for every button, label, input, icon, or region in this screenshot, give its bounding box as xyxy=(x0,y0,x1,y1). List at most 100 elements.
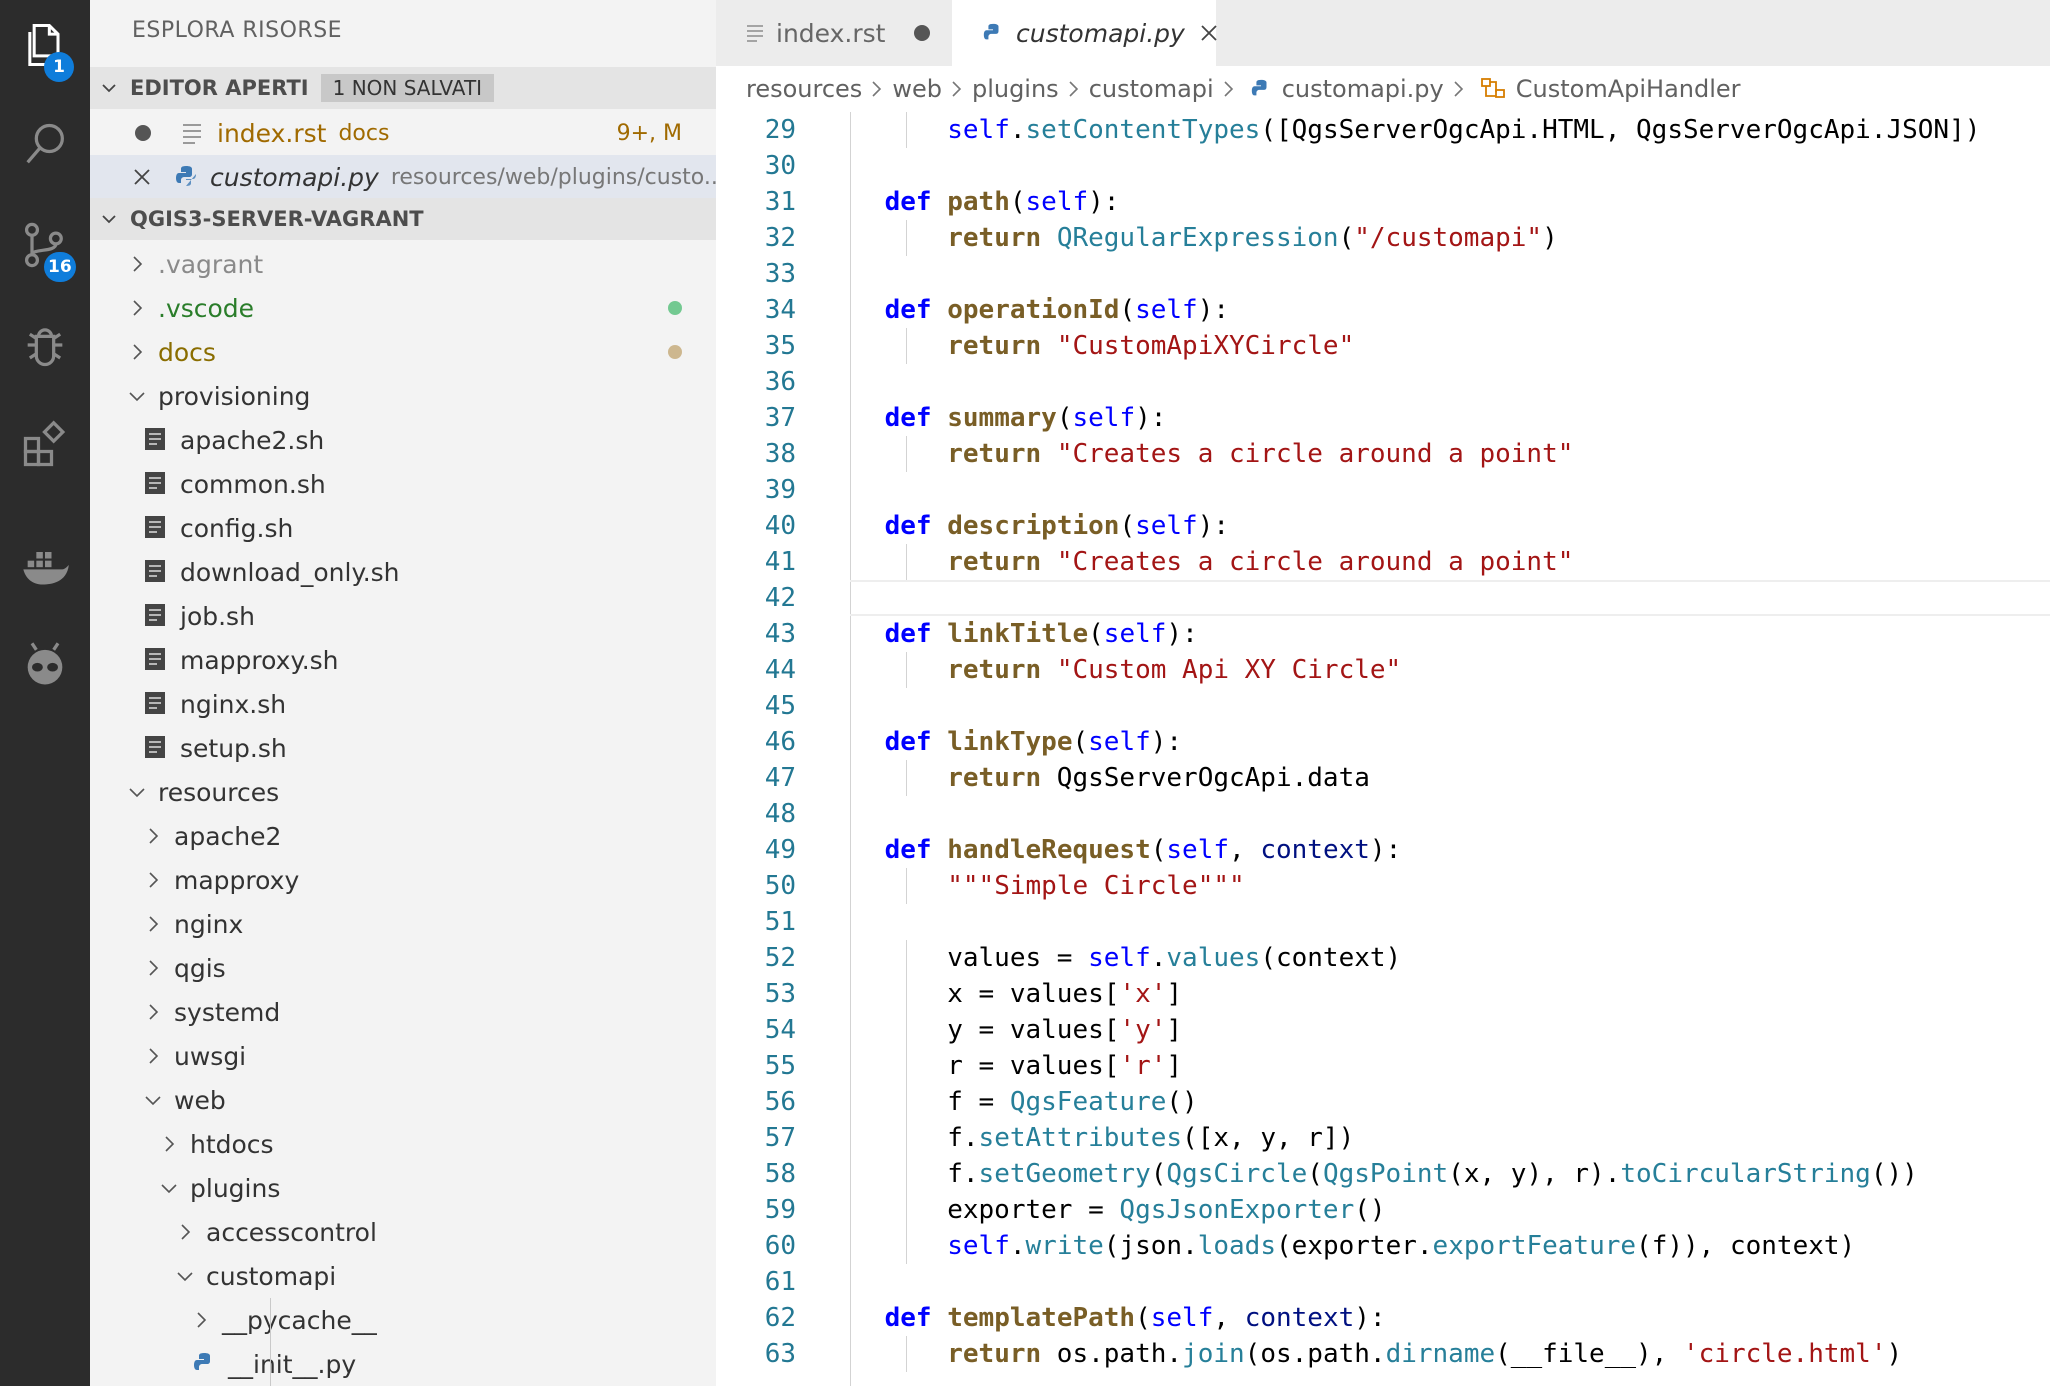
code-line[interactable]: 57 f.setAttributes([x, y, r]) xyxy=(716,1120,2050,1156)
alien-icon[interactable] xyxy=(0,620,90,710)
close-icon[interactable] xyxy=(1199,23,1219,43)
search-icon[interactable] xyxy=(0,100,90,190)
code-token: (x, y), r). xyxy=(1448,1159,1621,1189)
code-line[interactable]: 52 values = self.values(context) xyxy=(716,940,2050,976)
tree-item-mapproxy-sh[interactable]: mapproxy.sh xyxy=(90,638,716,682)
tree-item-htdocs[interactable]: htdocs xyxy=(90,1122,716,1166)
code-line[interactable]: 61 xyxy=(716,1264,2050,1300)
tree-item-customapi[interactable]: customapi xyxy=(90,1254,716,1298)
code-line[interactable]: 56 f = QgsFeature() xyxy=(716,1084,2050,1120)
files-icon[interactable]: 1 xyxy=(0,0,90,90)
tree-item-job-sh[interactable]: job.sh xyxy=(90,594,716,638)
code-line[interactable]: 47 return QgsServerOgcApi.data xyxy=(716,760,2050,796)
breadcrumb-item[interactable]: plugins xyxy=(972,75,1059,103)
code-line[interactable]: 48 xyxy=(716,796,2050,832)
tree-item-vscode[interactable]: .vscode xyxy=(90,286,716,330)
tree-item-label: systemd xyxy=(174,997,281,1027)
breadcrumb-item[interactable]: CustomApiHandler xyxy=(1516,75,1741,103)
workspace-header[interactable]: QGIS3-SERVER-VAGRANT xyxy=(90,198,716,240)
tab-index-rst[interactable]: index.rst xyxy=(716,0,952,66)
tree-item-pycache[interactable]: __pycache__ xyxy=(90,1298,716,1342)
breadcrumb-item[interactable]: resources xyxy=(746,75,862,103)
tree-item-apache2[interactable]: apache2 xyxy=(90,814,716,858)
tree-item-qgis[interactable]: qgis xyxy=(90,946,716,990)
open-editor-index-rst[interactable]: index.rst docs 9+, M xyxy=(90,111,716,155)
code-line[interactable]: 34 def operationId(self): xyxy=(716,292,2050,328)
code-line[interactable]: 37 def summary(self): xyxy=(716,400,2050,436)
code-line[interactable]: 39 xyxy=(716,472,2050,508)
tree-item-resources[interactable]: resources xyxy=(90,770,716,814)
code-line[interactable]: 44 return "Custom Api XY Circle" xyxy=(716,652,2050,688)
docker-icon[interactable] xyxy=(0,520,90,610)
code-editor[interactable]: 29 self.setContentTypes([QgsServerOgcApi… xyxy=(716,112,2050,1386)
code-line[interactable]: 41 return "Creates a circle around a poi… xyxy=(716,544,2050,580)
debug-icon[interactable] xyxy=(0,300,90,390)
tree-item-docs[interactable]: docs xyxy=(90,330,716,374)
extensions-icon[interactable] xyxy=(0,400,90,490)
tree-item-init-py[interactable]: __init__.py xyxy=(90,1342,716,1386)
tree-item-uwsgi[interactable]: uwsgi xyxy=(90,1034,716,1078)
code-line[interactable]: 58 f.setGeometry(QgsCircle(QgsPoint(x, y… xyxy=(716,1156,2050,1192)
tree-item-mapproxy[interactable]: mapproxy xyxy=(90,858,716,902)
tree-item-common-sh[interactable]: common.sh xyxy=(90,462,716,506)
code-line[interactable]: 33 xyxy=(716,256,2050,292)
code-line[interactable]: 35 return "CustomApiXYCircle" xyxy=(716,328,2050,364)
code-line[interactable]: 62 def templatePath(self, context): xyxy=(716,1300,2050,1336)
code-line[interactable]: 36 xyxy=(716,364,2050,400)
code-line[interactable]: 49 def handleRequest(self, context): xyxy=(716,832,2050,868)
code-line[interactable]: 59 exporter = QgsJsonExporter() xyxy=(716,1192,2050,1228)
code-line[interactable]: 53 x = values['x'] xyxy=(716,976,2050,1012)
tree-item-vagrant[interactable]: .vagrant xyxy=(90,242,716,286)
code-line[interactable]: 63 return os.path.join(os.path.dirname(_… xyxy=(716,1336,2050,1372)
unsaved-dot-icon[interactable] xyxy=(914,25,930,41)
tree-item-download-only-sh[interactable]: download_only.sh xyxy=(90,550,716,594)
code-line[interactable]: 43 def linkTitle(self): xyxy=(716,616,2050,652)
tree-item-web[interactable]: web xyxy=(90,1078,716,1122)
code-line[interactable]: 30 xyxy=(716,148,2050,184)
tree-item-label: web xyxy=(174,1085,226,1115)
code-line[interactable]: 32 return QRegularExpression("/customapi… xyxy=(716,220,2050,256)
close-icon[interactable] xyxy=(132,167,152,187)
tree-item-plugins[interactable]: plugins xyxy=(90,1166,716,1210)
code-line[interactable]: 55 r = values['r'] xyxy=(716,1048,2050,1084)
open-editor-customapi-py[interactable]: customapi.py resources/web/plugins/custo… xyxy=(90,155,716,199)
tree-item-nginx[interactable]: nginx xyxy=(90,902,716,946)
tree-item-apache2-sh[interactable]: apache2.sh xyxy=(90,418,716,462)
tree-item-systemd[interactable]: systemd xyxy=(90,990,716,1034)
chevron-right-icon xyxy=(144,959,162,977)
tree-item-provisioning[interactable]: provisioning xyxy=(90,374,716,418)
code-line[interactable]: 45 xyxy=(716,688,2050,724)
code-line[interactable]: 29 self.setContentTypes([QgsServerOgcApi… xyxy=(716,112,2050,148)
code-token: return xyxy=(947,331,1042,361)
code-line[interactable]: 54 y = values['y'] xyxy=(716,1012,2050,1048)
tab-customapi-py[interactable]: customapi.py xyxy=(952,0,1219,66)
line-number: 34 xyxy=(764,295,796,325)
code-line[interactable]: 40 def description(self): xyxy=(716,508,2050,544)
code-line[interactable]: 31 def path(self): xyxy=(716,184,2050,220)
code-text: return "CustomApiXYCircle" xyxy=(822,328,1354,364)
code-line[interactable]: 46 def linkType(self): xyxy=(716,724,2050,760)
code-line[interactable]: 42 xyxy=(716,580,2050,616)
code-line[interactable]: 38 return "Creates a circle around a poi… xyxy=(716,436,2050,472)
tree-item-label: .vagrant xyxy=(158,249,264,279)
unsaved-dot-icon[interactable] xyxy=(135,125,151,141)
breadcrumb-item[interactable]: web xyxy=(892,75,942,103)
source-control-icon[interactable]: 16 xyxy=(0,200,90,290)
code-line[interactable]: 51 xyxy=(716,904,2050,940)
line-number: 35 xyxy=(764,331,796,361)
code-line[interactable]: 60 self.write(json.loads(exporter.export… xyxy=(716,1228,2050,1264)
tree-item-setup-sh[interactable]: setup.sh xyxy=(90,726,716,770)
tree-item-accesscontrol[interactable]: accesscontrol xyxy=(90,1210,716,1254)
python-file-icon xyxy=(192,1351,214,1377)
code-text: def handleRequest(self, context): xyxy=(822,832,1402,868)
open-editors-header[interactable]: EDITOR APERTI 1 NON SALVATI xyxy=(90,67,716,109)
breadcrumb-item[interactable]: customapi.py xyxy=(1282,75,1444,103)
tree-item-config-sh[interactable]: config.sh xyxy=(90,506,716,550)
line-number: 37 xyxy=(764,403,796,433)
open-editor-name: index.rst xyxy=(217,118,327,148)
tree-item-nginx-sh[interactable]: nginx.sh xyxy=(90,682,716,726)
code-line[interactable]: 50 """Simple Circle""" xyxy=(716,868,2050,904)
breadcrumb-item[interactable]: customapi xyxy=(1089,75,1214,103)
